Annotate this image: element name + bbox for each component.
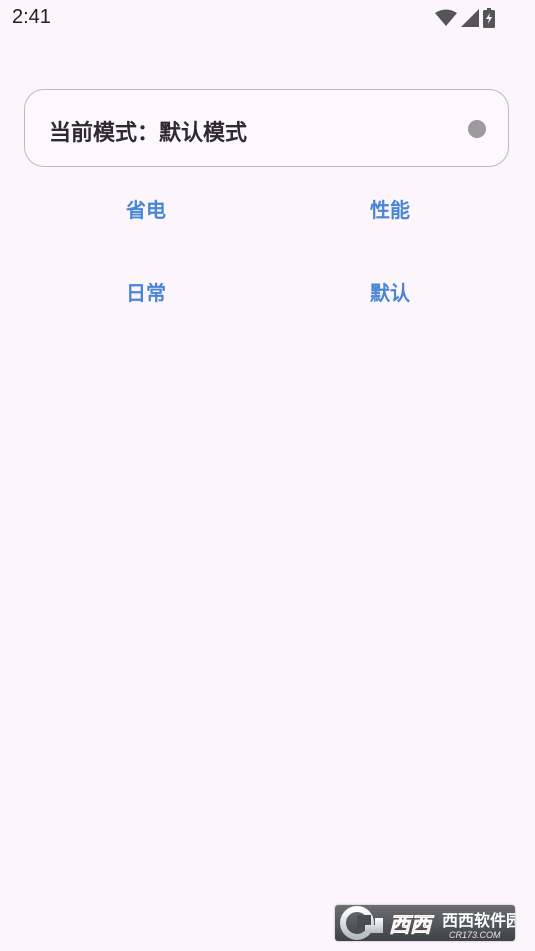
status-bar: 2:41 (0, 0, 535, 36)
status-time: 2:41 (12, 6, 51, 28)
power-saving-mode-button[interactable]: 省电 (86, 190, 206, 230)
default-mode-button[interactable]: 默认 (330, 273, 450, 313)
watermark-subtext: CR173.COM (449, 930, 501, 940)
performance-mode-button[interactable]: 性能 (330, 190, 450, 230)
watermark-logo: 西西 西西软件园 CR173.COM (335, 905, 515, 941)
wifi-icon (435, 9, 457, 27)
current-mode-label: 当前模式：默认模式 (49, 121, 248, 146)
daily-mode-button[interactable]: 日常 (86, 273, 206, 313)
mode-status-dot (468, 120, 486, 138)
status-icons (435, 8, 495, 28)
battery-charging-icon (483, 8, 495, 28)
watermark-text: 西西软件园 (442, 911, 515, 930)
cell-signal-icon (461, 9, 479, 27)
current-mode-card[interactable]: 当前模式：默认模式 (24, 89, 509, 167)
svg-text:西西: 西西 (389, 913, 435, 937)
